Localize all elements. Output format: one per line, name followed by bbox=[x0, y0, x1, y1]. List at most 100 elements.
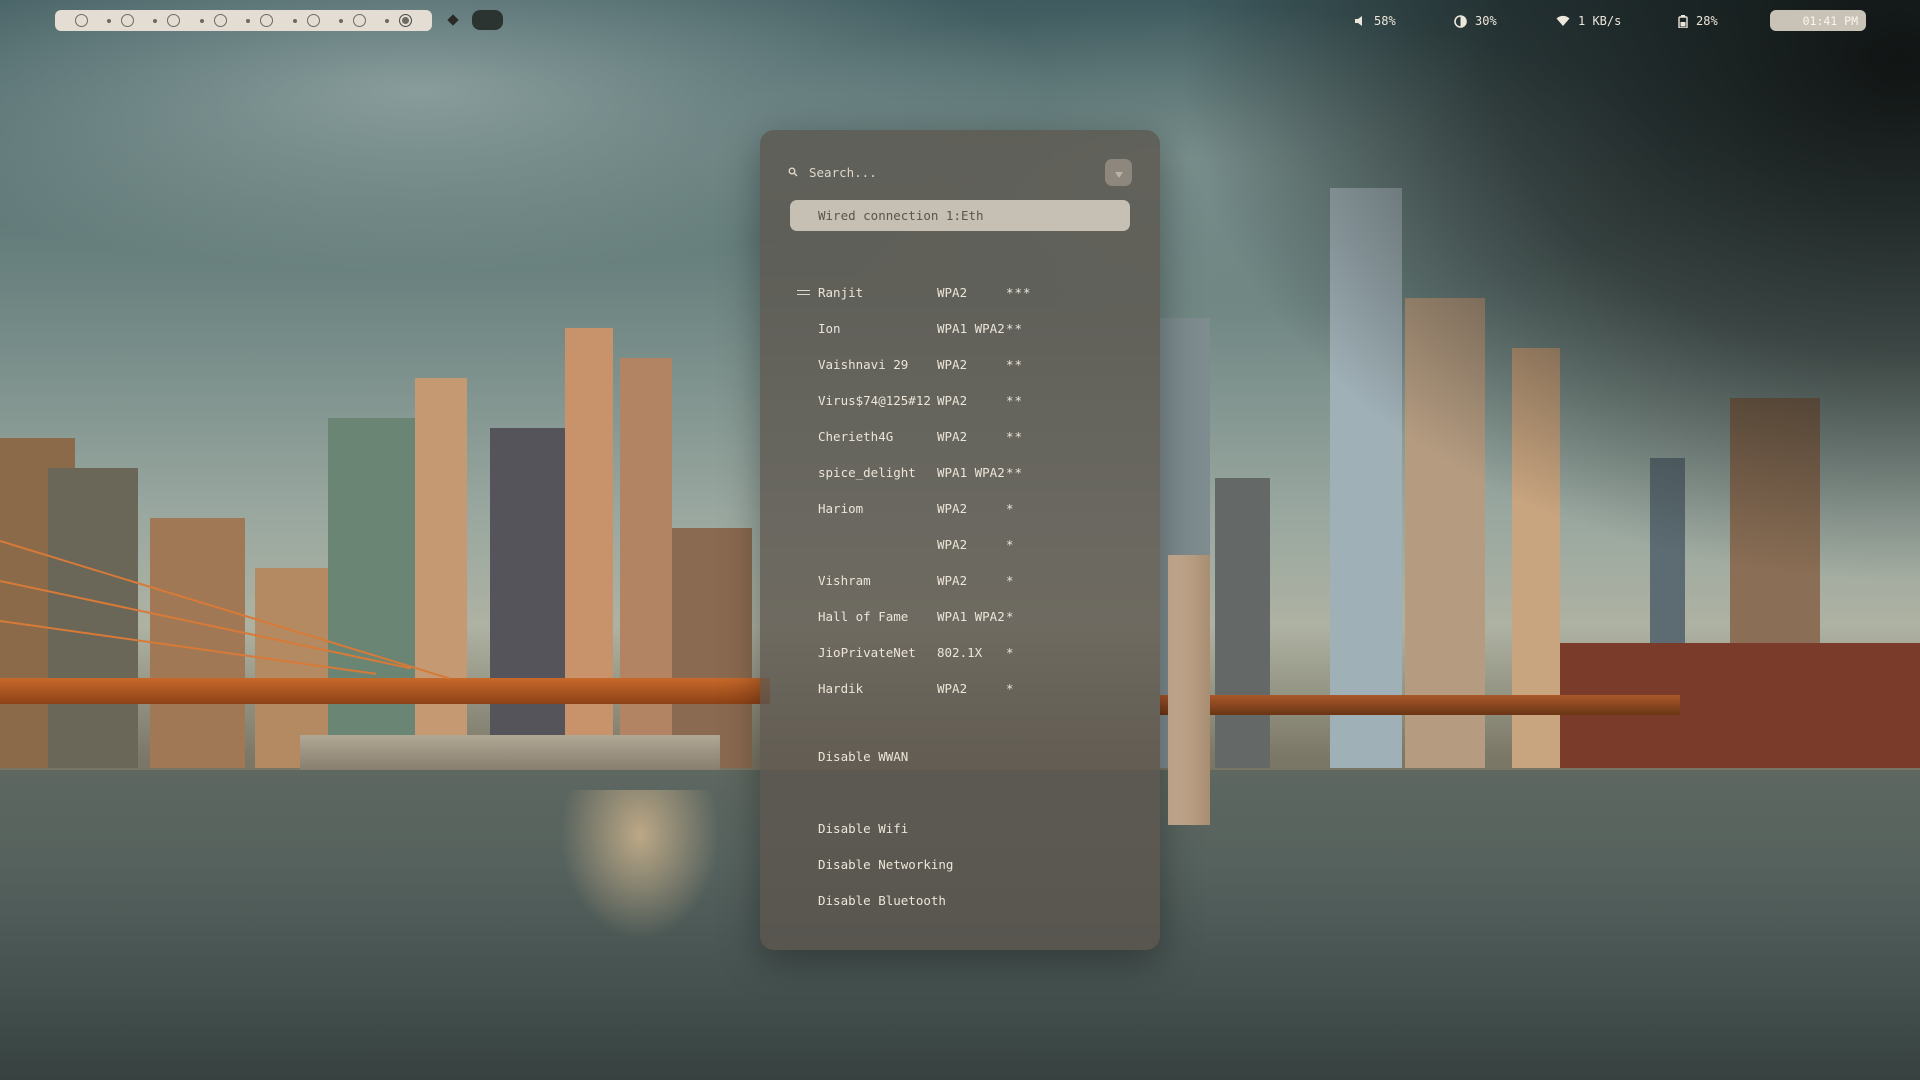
network-signal: ** bbox=[1006, 464, 1024, 480]
network-ssid: Hariom bbox=[818, 500, 864, 516]
workspace-item[interactable] bbox=[153, 14, 181, 27]
network-security: WPA1 WPA2 bbox=[937, 608, 1005, 624]
network-signal: * bbox=[1006, 572, 1015, 588]
battery-icon bbox=[1678, 14, 1688, 28]
workspace-item[interactable] bbox=[246, 14, 274, 27]
workspace-circle-icon bbox=[167, 14, 181, 27]
network-security: WPA2 bbox=[937, 392, 968, 408]
network-ssid: spice_delight bbox=[818, 464, 916, 480]
network-row[interactable]: Vishram WPA2 * bbox=[760, 568, 1160, 592]
network-signal: ** bbox=[1006, 392, 1024, 408]
network-ssid: Ranjit bbox=[818, 284, 864, 300]
disable-wwan-button[interactable]: Disable WWAN bbox=[818, 744, 908, 768]
network-security: WPA2 bbox=[937, 572, 968, 588]
clock-time: 01:41 PM bbox=[1802, 13, 1858, 28]
network-signal: *** bbox=[1006, 284, 1032, 300]
chevron-down-icon bbox=[1114, 163, 1123, 182]
speaker-icon bbox=[1354, 15, 1366, 27]
network-ssid: Virus$74@125#12 bbox=[818, 392, 931, 408]
search-row bbox=[788, 158, 1132, 186]
brightness-indicator[interactable]: 30% bbox=[1454, 12, 1497, 30]
connected-icon bbox=[797, 289, 810, 295]
separator-dot-icon bbox=[153, 18, 158, 23]
network-security: WPA1 WPA2 bbox=[937, 320, 1005, 336]
network-row[interactable]: Virus$74@125#12 WPA2 ** bbox=[760, 388, 1160, 412]
workspace-item[interactable] bbox=[199, 14, 227, 27]
network-ssid: Cherieth4G bbox=[818, 428, 894, 444]
network-ssid: JioPrivateNet bbox=[818, 644, 916, 660]
network-row[interactable]: Ion WPA1 WPA2 ** bbox=[760, 316, 1160, 340]
network-signal: ** bbox=[1006, 320, 1024, 336]
workspace-circle-icon bbox=[306, 14, 320, 27]
search-icon bbox=[788, 165, 802, 179]
workspace-circle-icon bbox=[121, 14, 135, 27]
network-ssid: Ion bbox=[818, 320, 841, 336]
network-security: WPA2 bbox=[937, 500, 968, 516]
volume-indicator[interactable]: 58% bbox=[1354, 12, 1396, 30]
network-signal: ** bbox=[1006, 428, 1024, 444]
mode-toggle-button[interactable] bbox=[1105, 158, 1132, 186]
workspace-active-icon bbox=[399, 14, 413, 27]
workspace-switcher bbox=[55, 10, 432, 31]
separator-dot-icon bbox=[246, 18, 251, 23]
brightness-value: 30% bbox=[1475, 14, 1497, 28]
network-ssid: Vishram bbox=[818, 572, 871, 588]
network-security: WPA2 bbox=[937, 680, 968, 696]
network-security: WPA2 bbox=[937, 284, 968, 300]
action-label: Disable Networking bbox=[818, 856, 954, 872]
separator-dot-icon bbox=[199, 18, 204, 23]
workspace-item[interactable] bbox=[338, 14, 366, 27]
volume-value: 58% bbox=[1374, 14, 1396, 28]
separator-dot-icon bbox=[107, 18, 112, 23]
workspace-circle-icon bbox=[352, 14, 366, 27]
network-menu: Wired connection 1:Eth RanjitWPA2***IonW… bbox=[760, 130, 1160, 950]
selected-entry-wired-connection[interactable]: Wired connection 1:Eth bbox=[790, 200, 1130, 231]
network-ssid: Hall of Fame bbox=[818, 608, 909, 624]
disable-networking-button[interactable]: Disable Networking bbox=[818, 852, 953, 876]
network-security: 802.1X bbox=[937, 644, 983, 660]
action-label: Disable Bluetooth bbox=[818, 892, 946, 908]
network-row[interactable]: Ranjit WPA2 *** bbox=[760, 280, 1160, 304]
workspace-circle-icon bbox=[74, 14, 88, 27]
separator-dot-icon bbox=[385, 18, 390, 23]
workspace-item[interactable] bbox=[107, 14, 135, 27]
network-ssid: Hardik bbox=[818, 680, 864, 696]
network-signal: * bbox=[1006, 500, 1015, 516]
workspace-circle-icon bbox=[213, 14, 227, 27]
window-title-pill[interactable] bbox=[472, 10, 503, 30]
network-signal: * bbox=[1006, 644, 1015, 660]
workspace-item[interactable] bbox=[292, 14, 320, 27]
wifi-icon bbox=[1556, 15, 1570, 27]
network-row[interactable]: Hardik WPA2 * bbox=[760, 676, 1160, 700]
network-row[interactable]: Vaishnavi 29 WPA2 ** bbox=[760, 352, 1160, 376]
battery-value: 28% bbox=[1696, 14, 1718, 28]
network-security: WPA2 bbox=[937, 536, 968, 552]
brightness-icon bbox=[1454, 14, 1467, 28]
workspace-item[interactable] bbox=[74, 14, 88, 27]
network-row[interactable]: Cherieth4G WPA2 ** bbox=[760, 424, 1160, 448]
entry-label: Wired connection 1:Eth bbox=[818, 208, 984, 223]
workspace-circle-icon bbox=[260, 14, 274, 27]
network-row[interactable]: Hall of Fame WPA1 WPA2 * bbox=[760, 604, 1160, 628]
workspace-item[interactable] bbox=[385, 14, 413, 27]
network-speed: 1 KB/s bbox=[1578, 14, 1622, 28]
network-signal: * bbox=[1006, 680, 1015, 696]
battery-indicator[interactable]: 28% bbox=[1678, 12, 1718, 30]
network-row[interactable]: spice_delight WPA1 WPA2 ** bbox=[760, 460, 1160, 484]
network-security: WPA2 bbox=[937, 356, 968, 372]
action-label: Disable WWAN bbox=[818, 748, 909, 764]
network-ssid: Vaishnavi 29 bbox=[818, 356, 909, 372]
network-row[interactable]: Hariom WPA2 * bbox=[760, 496, 1160, 520]
clock[interactable]: 01:41 PM bbox=[1770, 10, 1866, 31]
separator-dot-icon bbox=[292, 18, 297, 23]
network-security: WPA1 WPA2 bbox=[937, 464, 1005, 480]
disable-bluetooth-button[interactable]: Disable Bluetooth bbox=[818, 888, 946, 912]
disable-wifi-button[interactable]: Disable Wifi bbox=[818, 816, 908, 840]
network-row[interactable]: JioPrivateNet 802.1X * bbox=[760, 640, 1160, 664]
network-row[interactable]: WPA2 * bbox=[760, 532, 1160, 556]
search-input[interactable] bbox=[809, 164, 1105, 180]
network-signal: ** bbox=[1006, 356, 1024, 372]
action-label: Disable Wifi bbox=[818, 820, 909, 836]
network-indicator[interactable]: 1 KB/s bbox=[1556, 12, 1621, 30]
network-signal: * bbox=[1006, 608, 1015, 624]
